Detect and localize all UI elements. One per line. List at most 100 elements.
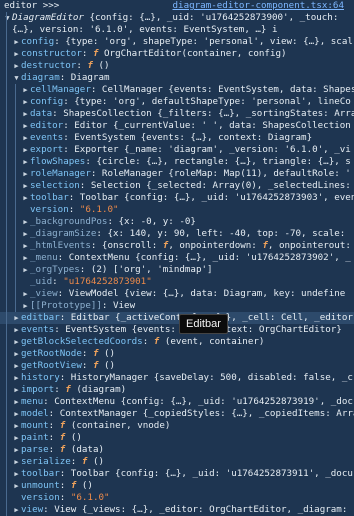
property-preview: () <box>104 348 116 359</box>
tree-row[interactable]: ▶ export: Exporter {_name: 'diagram', _ve… <box>0 144 354 156</box>
expand-right-icon[interactable]: ▶ <box>12 420 21 432</box>
property-preview: : {circle: {…}, rectangle: {…}, triangle… <box>85 156 351 167</box>
tree-row[interactable]: ▶ _orgTypes: (2) ['org', 'mindmap'] <box>0 264 354 276</box>
tree-row[interactable]: ▶ unmount: f () <box>0 480 354 492</box>
expand-right-icon[interactable]: ▶ <box>12 468 21 480</box>
expand-right-icon[interactable]: ▶ <box>12 348 21 360</box>
expand-right-icon[interactable]: ▶ <box>12 432 21 444</box>
tree-row[interactable]: ▶ _backgroundPos: {x: -0, y: -0} <box>0 216 354 228</box>
expand-right-icon[interactable]: ▶ <box>12 36 21 48</box>
expand-right-icon[interactable]: ▶ <box>21 288 30 300</box>
expand-right-icon[interactable]: ▶ <box>21 228 30 240</box>
expand-right-icon[interactable]: ▶ <box>21 252 30 264</box>
property-key: flowShapes <box>30 156 86 167</box>
expand-right-icon[interactable]: ▶ <box>12 444 21 456</box>
expand-right-icon[interactable]: ▶ <box>21 120 30 132</box>
property-key: config <box>21 36 55 47</box>
tree-row[interactable]: ▶ toolbar: Toolbar {config: {…}, _uid: 'u… <box>0 192 354 204</box>
expand-right-icon[interactable]: ▶ <box>12 48 21 60</box>
property-preview: : <box>52 276 64 287</box>
tree-row[interactable]: ▶ model: ContextManager {_copiedStyles: {… <box>0 408 354 420</box>
tree-row[interactable]: ▼ diagram: Diagram <box>0 72 354 84</box>
tree-row[interactable]: ▶ _diagramSize: {x: 140, y: 90, left: -40… <box>0 228 354 240</box>
tree-row[interactable]: ▼ DiagramEditor {config: {…}, _uid: 'u176… <box>0 12 354 24</box>
expand-right-icon[interactable]: ▶ <box>12 60 21 72</box>
expand-right-icon[interactable]: ▶ <box>21 96 30 108</box>
property-key: view <box>21 504 44 515</box>
tree-row[interactable]: ▶ roleManager: RoleManager {roleMap: Map(… <box>0 168 354 180</box>
tree-row[interactable]: ▶ _menu: ContextMenu {config: {…}, _uid: … <box>0 252 354 264</box>
expand-right-icon[interactable]: ▶ <box>12 336 21 348</box>
function-marker: f <box>70 480 82 491</box>
expand-right-icon[interactable]: ▶ <box>21 192 30 204</box>
property-key: mount <box>21 420 49 431</box>
tree-row[interactable]: ▶ constructor: f OrgChartEditor(container… <box>0 48 354 60</box>
tree-row[interactable]: ▶ parse: f (data) <box>0 444 354 456</box>
tree-row: version: "6.1.0" <box>0 492 354 504</box>
expand-right-icon[interactable]: ▶ <box>21 168 30 180</box>
tree-row[interactable]: ▶ selection: Selection {_selected: Array(… <box>0 180 354 192</box>
expand-right-icon[interactable]: ▶ <box>21 84 30 96</box>
private-property-key: _diagramSize <box>30 228 97 239</box>
tree-row[interactable]: ▶ history: HistoryManager {saveDelay: 500… <box>0 372 354 384</box>
tree-row[interactable]: ▶ _view: ViewModel {view: {…}, data: Diag… <box>0 288 354 300</box>
tree-row[interactable]: ▶ getRootNode: f () <box>0 348 354 360</box>
expand-right-icon[interactable]: ▶ <box>12 480 21 492</box>
tree-row[interactable]: ▶events: EventSystem {events: {…}, conte… <box>0 324 354 336</box>
property-preview: : <box>81 360 93 371</box>
tree-row[interactable]: ▶ paint: f () <box>0 432 354 444</box>
tree-row[interactable]: ▶ editor: Editor {_currentValue: ' ', dat… <box>0 120 354 132</box>
expand-down-icon[interactable]: ▼ <box>12 72 21 84</box>
tree-row[interactable]: ▶ config: {type: 'org', shapeType: 'perso… <box>0 36 354 48</box>
tree-row[interactable]: ▶ config: {type: 'org', defaultShapeType:… <box>0 96 354 108</box>
property-key: editor <box>30 120 64 131</box>
tree-row[interactable]: ▶editbar: Editbar {_activeControls: {…},… <box>0 312 354 324</box>
tree-row[interactable]: ▶ import: f (diagram) <box>0 384 354 396</box>
property-key: getBlockSelectedCoords <box>21 336 143 347</box>
tree-row[interactable]: ▶ data: ShapesCollection {_filters: {…}, … <box>0 108 354 120</box>
expand-right-icon[interactable]: ▶ <box>21 132 30 144</box>
expand-right-icon[interactable]: ▶ <box>12 312 21 324</box>
expand-down-icon[interactable]: ▼ <box>3 12 12 24</box>
expand-right-icon[interactable]: ▶ <box>21 300 30 312</box>
tree-row[interactable]: ▶ cellManager: CellManager {events: Event… <box>0 84 354 96</box>
console-log-label: editor >>> <box>4 0 60 11</box>
tree-row[interactable]: ▶events: EventSystem {events: {…}, conte… <box>0 132 354 144</box>
expand-right-icon[interactable]: ▶ <box>21 240 30 252</box>
tree-row[interactable]: ▶ view: View {_views: {…}, _editor: OrgCh… <box>0 504 354 516</box>
expand-right-icon[interactable]: ▶ <box>12 372 21 384</box>
tree-row[interactable]: ▶ _htmlEvents: {onscroll: f, onpointerdow… <box>0 240 354 252</box>
function-marker: f <box>59 444 71 455</box>
source-file-link[interactable]: diagram-editor-component.tsx:64 <box>173 0 344 12</box>
tree-row[interactable]: ▶ mount: f (container, vnode) <box>0 420 354 432</box>
tree-row[interactable]: ▶ toolbar: Toolbar {config: {…}, _uid: 'u… <box>0 468 354 480</box>
expand-right-icon[interactable]: ▶ <box>12 504 21 516</box>
function-marker: f <box>59 432 71 443</box>
property-key: getRootView <box>21 360 82 371</box>
expand-right-icon[interactable]: ▶ <box>21 216 30 228</box>
expand-right-icon[interactable]: ▶ <box>21 156 30 168</box>
property-preview: OrgChartEditor(container, config) <box>104 48 287 59</box>
function-marker: f <box>92 348 105 359</box>
tree-row[interactable]: ▶ [[Prototype]]: View <box>0 300 354 312</box>
tree-row[interactable]: ▶ getRootView: f () <box>0 360 354 372</box>
tree-row[interactable]: ▶ getBlockSelectedCoords: f (event, conta… <box>0 336 354 348</box>
tree-row[interactable]: ▶ destructor: f () <box>0 60 354 72</box>
expand-right-icon[interactable]: ▶ <box>12 396 21 408</box>
property-preview: : Selection {_selected: Array(0), _selec… <box>79 180 351 191</box>
expand-right-icon[interactable]: ▶ <box>12 408 21 420</box>
property-preview: : Exporter {_name: 'diagram', _version: … <box>63 144 351 155</box>
property-key: model <box>21 408 49 419</box>
expand-right-icon[interactable]: ▶ <box>21 180 30 192</box>
expand-right-icon[interactable]: ▶ <box>12 324 21 336</box>
expand-right-icon[interactable]: ▶ <box>12 384 21 396</box>
tree-row[interactable]: ▶ serialize: f () <box>0 456 354 468</box>
expand-right-icon[interactable]: ▶ <box>12 456 21 468</box>
expand-right-icon[interactable]: ▶ <box>21 144 30 156</box>
tree-row[interactable]: ▶ menu: ContextMenu {config: {…}, _uid: '… <box>0 396 354 408</box>
property-preview: (event, container) <box>164 336 265 347</box>
expand-right-icon[interactable]: ▶ <box>12 360 21 372</box>
expand-right-icon[interactable]: ▶ <box>21 108 30 120</box>
tree-row[interactable]: ▶ flowShapes: {circle: {…}, rectangle: {…… <box>0 156 354 168</box>
expand-right-icon[interactable]: ▶ <box>21 264 30 276</box>
